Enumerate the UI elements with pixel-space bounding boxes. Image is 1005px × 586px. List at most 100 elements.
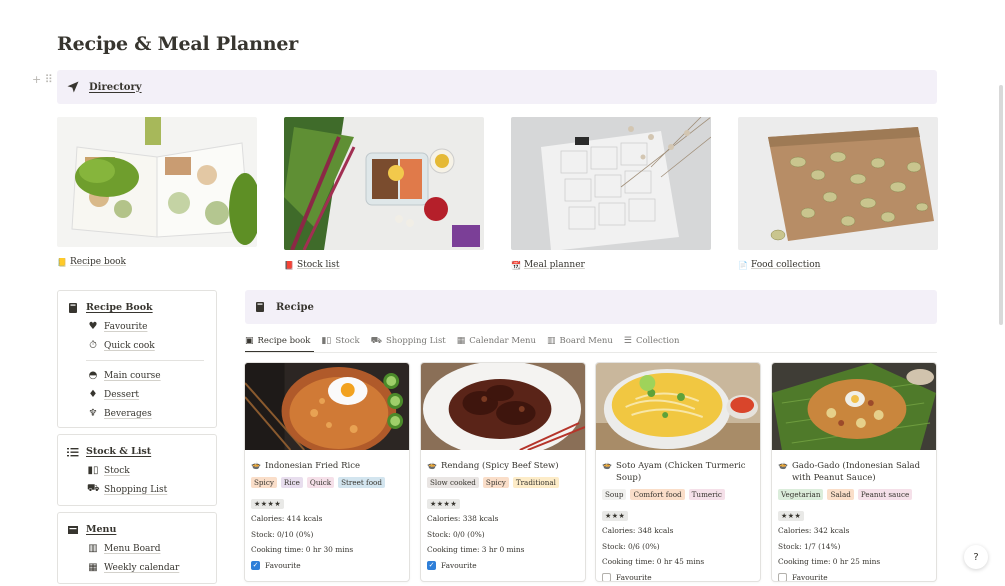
stock-text: Stock: 0/6 (0%) (602, 541, 660, 551)
cart-icon: ⛟ (87, 483, 100, 494)
tag: Street food (338, 477, 385, 488)
tab-stock[interactable]: ▮▯ Stock (321, 330, 359, 352)
recipe-book-heading[interactable]: Recipe Book (58, 299, 216, 316)
gallery-meal-planner[interactable]: 📆 Meal planner (511, 116, 712, 270)
bowl-icon: 🍲 (778, 461, 788, 470)
meal-planner-image (511, 116, 712, 250)
soto-ayam-image (596, 363, 760, 450)
tag: Spicy (482, 477, 509, 488)
help-icon: ? (973, 551, 979, 563)
rating-badge: ★★★★ (251, 499, 285, 509)
sidebar-item-main-course[interactable]: ◓ Main course (58, 366, 216, 385)
book-icon: ▣ (245, 336, 254, 346)
tag: Slow cooked (427, 477, 479, 488)
stock-text: Stock: 0/10 (0%) (251, 529, 314, 539)
stock-list-nav: Stock & List ▮▯ Stock ⛟ Shopping List (57, 434, 217, 506)
book-icon (256, 302, 264, 312)
favourite-checkbox[interactable]: ✓ (251, 560, 260, 570)
stock-list-heading[interactable]: Stock & List (58, 443, 216, 460)
sidebar-item-beverages[interactable]: ♆ Beverages (58, 404, 216, 423)
tab-collection[interactable]: ☰ Collection (624, 330, 680, 352)
columns-icon: ▥ (88, 543, 98, 554)
sidebar-item-favourite[interactable]: ♥ Favourite (58, 317, 216, 336)
sidebar-item-weekly-calendar[interactable]: ▦ Weekly calendar (58, 558, 216, 577)
sidebar-item-stock[interactable]: ▮▯ Stock (58, 461, 216, 480)
directory-label[interactable]: Directory (89, 82, 142, 93)
bottles-icon: ▮▯ (321, 336, 332, 346)
tag: Soup (602, 489, 627, 500)
help-button[interactable]: ? (964, 545, 988, 569)
recipe-card[interactable]: 🍲 Rendang (Spicy Beef Stew) Slow cooked S… (420, 362, 586, 582)
favourite-row: ✓ Favourite (251, 560, 301, 570)
tag-list: Vegetarian Salad Peanut sauce (778, 489, 930, 500)
recipe-title: 🍲 Rendang (Spicy Beef Stew) (427, 461, 559, 471)
tag: Salad (827, 489, 854, 500)
menu-heading[interactable]: Menu (58, 521, 216, 538)
cake-icon: ♦ (88, 389, 98, 400)
favourite-row: ✓ Favourite (427, 560, 477, 570)
gallery-recipe-book[interactable]: 📒 Recipe book (57, 117, 261, 267)
book-icon (69, 302, 77, 313)
list-icon (67, 447, 79, 456)
recipe-book-image (57, 117, 261, 247)
bowl-icon: ◓ (88, 370, 98, 381)
cooking-time-text: Cooking time: 0 hr 30 mins (251, 545, 354, 554)
calories-text: Calories: 342 kcals (778, 526, 850, 535)
gado-gado-image (772, 363, 936, 450)
fried-rice-image (245, 363, 409, 455)
favourite-checkbox[interactable] (602, 572, 611, 581)
recipe-card[interactable]: 🍲 Gado-Gado (Indonesian Salad with Peanut… (771, 362, 937, 582)
view-tabs: ▣ Recipe book ▮▯ Stock ⛟ Shopping List ▦ Cal… (245, 330, 691, 353)
menu-nav: Menu ▥ Menu Board ▦ Weekly calendar (57, 512, 217, 584)
calories-text: Calories: 414 kcals (251, 514, 323, 523)
tab-calendar-menu[interactable]: ▦ Calendar Menu (457, 330, 536, 352)
page-title: Recipe & Meal Planner (57, 33, 299, 55)
recipe-title: 🍲 Indonesian Fried Rice (251, 461, 360, 471)
rating-badge: ★★★ (602, 511, 629, 521)
board-icon: ▥ (547, 336, 556, 346)
bowl-icon: 🍲 (427, 461, 437, 470)
gallery-food-collection[interactable]: 📄 Food collection (738, 117, 938, 270)
sidebar-item-quick-cook[interactable]: ⏱ Quick cook (58, 336, 216, 355)
cart-icon: ⛟ (370, 335, 382, 346)
sidebar-item-dessert[interactable]: ♦ Dessert (58, 385, 216, 404)
favourite-row: Favourite (778, 572, 930, 581)
page-scrollbar[interactable] (999, 85, 1003, 325)
list-icon: ☰ (623, 336, 632, 346)
tag: Rice (280, 477, 303, 488)
block-drag-handle[interactable]: + ⠿ (32, 73, 53, 86)
cooking-time-text: Cooking time: 0 hr 45 mins (602, 557, 705, 566)
page-icon: 📄 (738, 260, 748, 270)
sidebar-item-shopping-list[interactable]: ⛟ Shopping List (58, 480, 216, 499)
bowl-icon: 🍲 (251, 461, 261, 470)
stock-text: Stock: 1/7 (14%) (778, 541, 841, 551)
inbox-icon (68, 525, 78, 534)
tab-recipe-book[interactable]: ▣ Recipe book (245, 330, 315, 353)
recipe-card[interactable]: 🍲 Soto Ayam (Chicken Turmeric Soup) Soup … (595, 362, 761, 582)
calendar-icon: ▦ (456, 336, 466, 346)
directory-callout[interactable]: Directory (57, 70, 937, 104)
tag-list: Slow cooked Spicy Traditional (427, 477, 579, 488)
gallery-caption: 📒 Recipe book (57, 257, 126, 267)
gallery-caption: 📄 Food collection (738, 260, 821, 270)
tab-shopping-list[interactable]: ⛟ Shopping List (371, 330, 446, 352)
cup-icon: ♆ (88, 408, 98, 419)
rendang-image (421, 363, 585, 457)
tag-list: Soup Comfort food Tumeric (602, 489, 754, 500)
favourite-checkbox[interactable]: ✓ (427, 560, 436, 570)
stock-list-image (284, 117, 484, 251)
stopwatch-icon: ⏱ (89, 340, 97, 351)
recipe-title: Recipe (276, 301, 314, 313)
bowl-icon: 🍲 (602, 461, 612, 470)
tabs-divider (245, 352, 937, 353)
tab-board-menu[interactable]: ▥ Board Menu (547, 330, 613, 352)
recipe-title: 🍲 Gado-Gado (Indonesian Salad with Peanut… (778, 461, 921, 483)
recipe-card[interactable]: 🍲 Indonesian Fried Rice Spicy Rice Quick … (244, 362, 410, 582)
tag: Comfort food (630, 489, 685, 500)
cooking-time-text: Cooking time: 3 hr 0 mins (427, 545, 525, 554)
bottles-icon: ▮▯ (87, 465, 99, 476)
gallery-stock-list[interactable]: 📕 Stock list (284, 117, 484, 270)
favourite-checkbox[interactable] (778, 572, 787, 581)
sidebar-item-menu-board[interactable]: ▥ Menu Board (58, 539, 216, 558)
recipe-title: 🍲 Soto Ayam (Chicken Turmeric Soup) (602, 461, 746, 483)
